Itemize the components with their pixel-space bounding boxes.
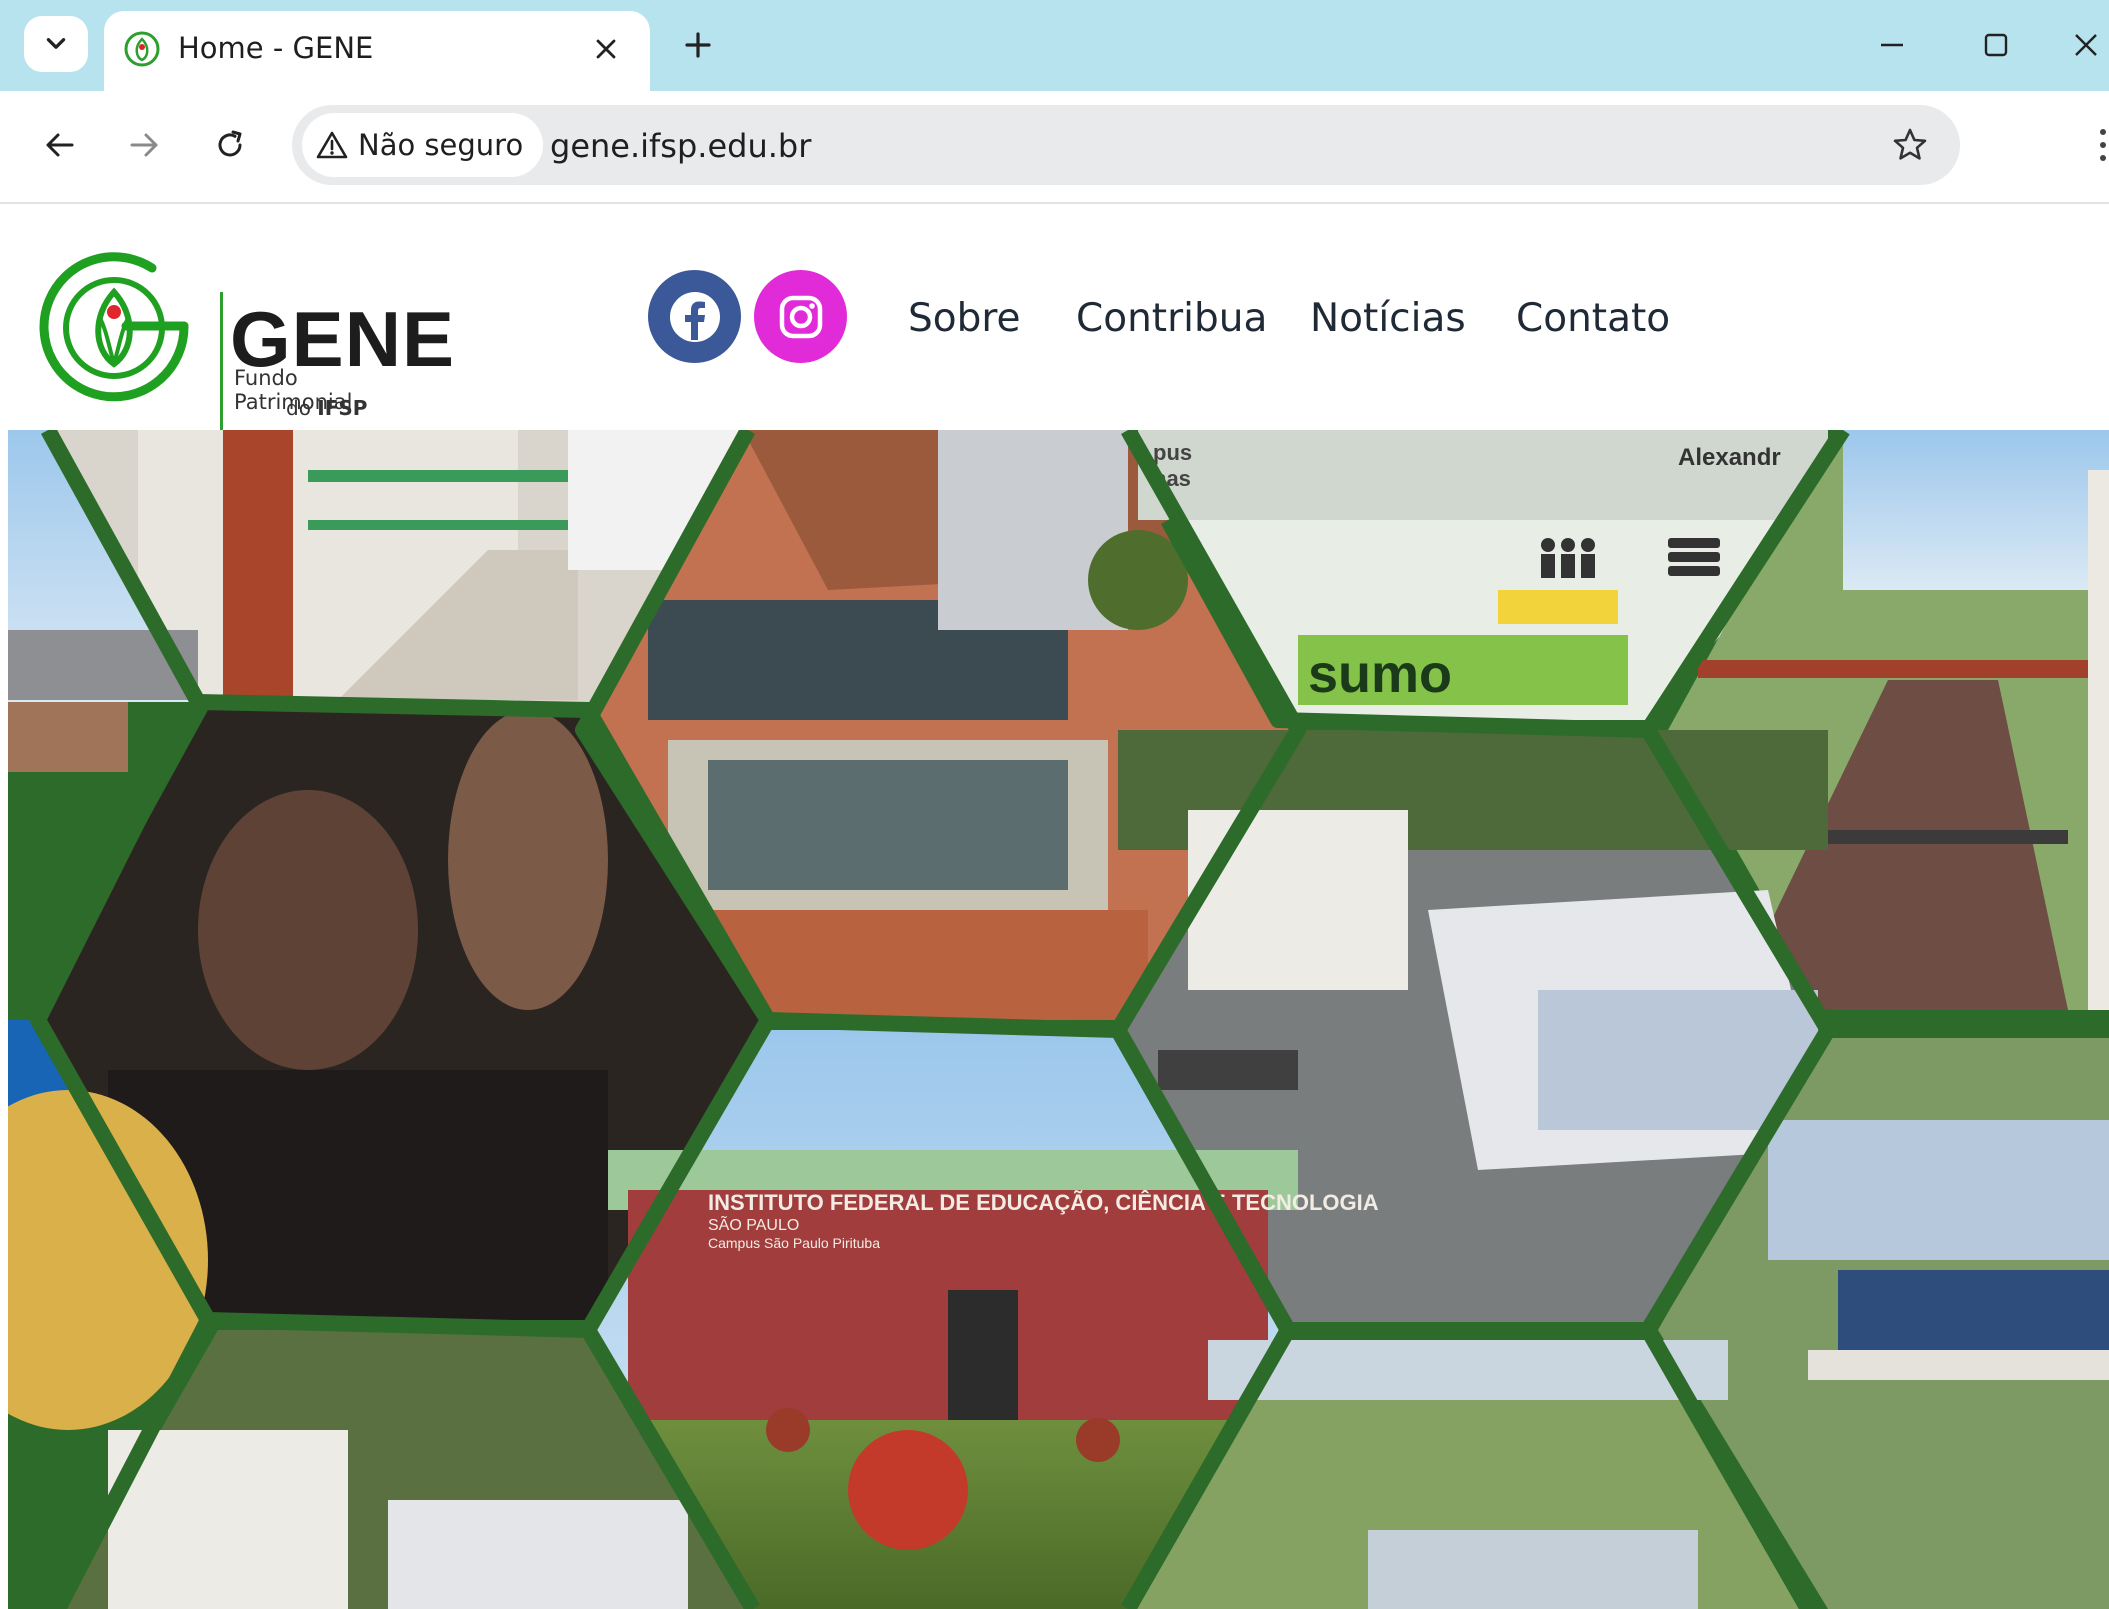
nav-link-sobre[interactable]: Sobre [908, 296, 1021, 341]
address-bar[interactable]: Não seguro gene.ifsp.edu.br [292, 105, 1960, 185]
gene-logo-mark-icon [39, 252, 189, 402]
dot [2100, 155, 2106, 161]
bookmark-button[interactable] [1886, 121, 1934, 169]
active-tab[interactable]: Home - GENE [104, 11, 650, 91]
logo-divider [220, 292, 223, 442]
new-tab-button[interactable] [672, 22, 724, 68]
dot [2100, 142, 2106, 148]
logo-subtitle-2: do IFSP [286, 396, 367, 420]
star-icon [1893, 128, 1927, 160]
gene-favicon-icon [124, 31, 160, 67]
instagram-icon [779, 295, 822, 338]
nav-link-contribua[interactable]: Contribua [1076, 296, 1267, 341]
url-text[interactable]: gene.ifsp.edu.br [550, 127, 811, 165]
people-icon [1541, 538, 1595, 578]
minimize-button[interactable] [1864, 20, 1920, 70]
close-icon [596, 39, 616, 59]
books-icon [1668, 538, 1720, 576]
honeycomb-photo-collage: sumo Alexandr pus nas INSTITUTO FEDERAL … [8, 430, 2109, 1609]
logo-subtitle-bold: IFSP [317, 396, 368, 420]
chevron-down-icon [46, 38, 66, 49]
maximize-button[interactable] [1968, 20, 2024, 70]
hero-collage: sumo Alexandr pus nas INSTITUTO FEDERAL … [8, 430, 2109, 1609]
close-icon [2075, 34, 2097, 56]
tab-search-button[interactable] [24, 16, 88, 72]
close-window-button[interactable] [2072, 20, 2109, 70]
reload-icon [218, 130, 242, 157]
browser-menu-button[interactable] [2098, 129, 2109, 169]
security-indicator[interactable]: Não seguro [302, 113, 544, 177]
plus-icon [685, 32, 711, 58]
poster-line2: pus [1153, 440, 1192, 465]
reload-button[interactable] [200, 115, 260, 175]
arrow-left-icon [46, 133, 74, 157]
dot [2100, 129, 2106, 135]
poster-word: sumo [1308, 644, 1452, 704]
nav-link-noticias[interactable]: Notícias [1310, 296, 1466, 341]
back-button[interactable] [30, 115, 90, 175]
forward-button[interactable] [114, 115, 174, 175]
facebook-link[interactable] [648, 270, 741, 363]
poster-line1: Alexandr [1678, 444, 1781, 471]
building-sign-line3: Campus São Paulo Pirituba [708, 1235, 880, 1251]
maximize-icon [1984, 33, 2008, 57]
arrow-right-icon [130, 133, 158, 157]
logo-subtitle-prefix: do [286, 396, 318, 420]
site-header: GENE Fundo Patrimonial do IFSP Sobre Con… [8, 204, 2109, 442]
tab-title: Home - GENE [178, 31, 374, 65]
browser-tab-bar: Home - GENE [0, 0, 2109, 91]
close-tab-button[interactable] [584, 27, 628, 71]
browser-toolbar: Não seguro gene.ifsp.edu.br [0, 91, 2109, 204]
photo-landscape [1128, 1340, 1808, 1609]
nav-link-contato[interactable]: Contato [1516, 296, 1670, 341]
minimize-icon [1881, 43, 1903, 47]
building-sign-line2: SÃO PAULO [708, 1214, 799, 1234]
building-sign-line1: INSTITUTO FEDERAL DE EDUCAÇÃO, CIÊNCIA E… [708, 1190, 1379, 1215]
warning-icon [316, 131, 348, 159]
security-label: Não seguro [358, 128, 524, 162]
gene-logo[interactable]: GENE Fundo Patrimonial do IFSP [34, 246, 454, 442]
instagram-link[interactable] [754, 270, 847, 363]
facebook-icon [669, 291, 720, 342]
